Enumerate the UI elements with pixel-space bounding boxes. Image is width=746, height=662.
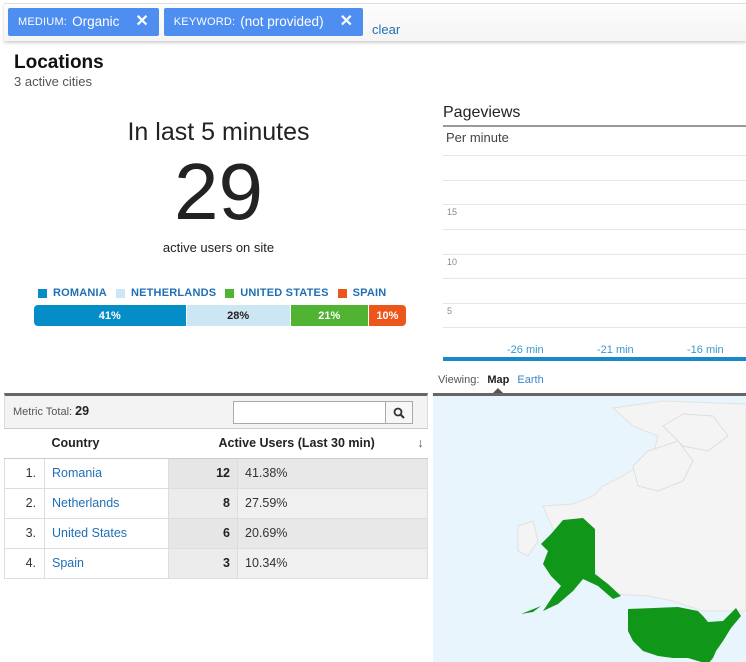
gridline: [443, 228, 746, 230]
metric-total-value: 29: [75, 404, 90, 418]
locations-table: Country Active Users (Last 30 min) ↓ 1. Ro…: [4, 429, 428, 579]
gridline: [443, 204, 746, 206]
index-header: [4, 429, 45, 459]
view-option-earth[interactable]: Earth: [517, 374, 543, 386]
legend-swatch: [38, 288, 47, 298]
x-tick-label: -21 min: [597, 344, 634, 356]
active-users-percent: 27.59%: [237, 487, 428, 519]
table-row: 3. United States 6 20.69%: [4, 517, 428, 549]
gridline: [443, 179, 746, 181]
column-header-active-users[interactable]: Active Users (Last 30 min) ↓: [168, 429, 428, 459]
column-header-active-users-label: Active Users (Last 30 min): [218, 436, 375, 451]
metric-total-bar: Metric Total: 29: [4, 393, 428, 429]
country-link[interactable]: Netherlands: [44, 487, 169, 519]
active-users-percent: 41.38%: [237, 457, 428, 489]
table-header-row: Country Active Users (Last 30 min) ↓: [4, 429, 428, 459]
filter-chip-medium[interactable]: MEDIUM: Organic ✕: [8, 7, 159, 36]
view-option-map[interactable]: Map: [487, 374, 510, 393]
legend-item: SPAIN: [337, 287, 387, 299]
legend-label: ROMANIA: [53, 287, 107, 299]
map-region-aleutians: [521, 606, 541, 614]
legend-swatch: [115, 288, 125, 298]
x-tick-label: -26 min: [507, 344, 544, 356]
share-bar-segment: 10%: [368, 305, 406, 326]
column-header-country[interactable]: Country: [44, 429, 169, 459]
filter-key: MEDIUM:: [18, 15, 68, 28]
x-tick-label: -16 min: [687, 344, 724, 356]
map-region-usa: [628, 607, 741, 662]
active-users-percent: 20.69%: [237, 517, 428, 549]
active-users-value: 6: [168, 517, 238, 549]
gridline: [443, 278, 746, 280]
share-bar-segment: 28%: [186, 305, 291, 326]
row-index: 2.: [4, 487, 45, 519]
map-land-chukotka: [517, 520, 539, 557]
view-toggle: Viewing: Map Earth: [438, 374, 544, 393]
legend-swatch: [225, 288, 235, 298]
filter-value: Organic: [72, 14, 120, 29]
gridline: [443, 302, 746, 304]
legend-item: NETHERLANDS: [115, 287, 217, 299]
share-bar-segment: 41%: [34, 305, 187, 326]
row-index: 3.: [4, 517, 45, 549]
gridline: [443, 327, 746, 329]
search-icon: [393, 407, 405, 419]
viewing-label: Viewing:: [438, 374, 480, 386]
country-link[interactable]: Romania: [44, 457, 169, 489]
locations-table-panel: Metric Total: 29 Country Active Users (L…: [4, 393, 428, 579]
pageviews-chart: 15 10 5 -26 min -21 min -16 min: [443, 140, 746, 362]
country-legend: ROMANIA NETHERLANDS UNITED STATES SPAIN: [38, 287, 395, 299]
active-cities-count: 3 active cities: [14, 74, 93, 89]
active-users-caption: active users on site: [162, 240, 275, 255]
pageviews-divider: [443, 125, 746, 127]
y-tick-label: 15: [447, 207, 458, 218]
country-link[interactable]: Spain: [44, 547, 169, 579]
filter-value: (not provided): [240, 14, 324, 29]
active-users-count: 29: [174, 147, 263, 236]
table-row: 2. Netherlands 8 27.59%: [4, 487, 428, 519]
world-map[interactable]: [433, 393, 746, 662]
country-share-bar: 41% 28% 21% 10%: [34, 305, 406, 326]
row-index: 1.: [4, 457, 45, 489]
map-svg: [517, 400, 746, 662]
legend-item: ROMANIA: [38, 287, 107, 299]
table-search-button[interactable]: [385, 401, 413, 424]
legend-item: UNITED STATES: [225, 287, 328, 299]
filter-chip-keyword[interactable]: KEYWORD: (not provided) ✕: [163, 7, 363, 36]
view-option-map-label: Map: [487, 374, 510, 386]
table-search-input[interactable]: [233, 401, 386, 424]
share-bar-segment: 21%: [290, 305, 369, 326]
clear-filters-link[interactable]: clear: [372, 22, 400, 37]
x-axis-bar: [443, 357, 746, 361]
legend-label: UNITED STATES: [240, 287, 329, 299]
table-row: 1. Romania 12 41.38%: [4, 457, 428, 489]
active-users-value: 12: [168, 457, 238, 489]
active-users-value: 3: [168, 547, 238, 579]
active-users-percent: 10.34%: [237, 547, 428, 579]
filter-key: KEYWORD:: [173, 15, 236, 28]
close-icon[interactable]: ✕: [135, 13, 148, 30]
row-index: 4.: [4, 547, 45, 579]
gridline: [443, 253, 746, 255]
gridline: [443, 155, 746, 156]
y-tick-label: 10: [447, 256, 458, 267]
legend-label: SPAIN: [352, 287, 387, 299]
active-users-value: 8: [168, 487, 238, 519]
y-tick-label: 5: [447, 305, 453, 316]
close-icon[interactable]: ✕: [340, 13, 353, 30]
summary-heading: In last 5 minutes: [127, 118, 310, 146]
filter-bar: MEDIUM: Organic ✕ KEYWORD: (not provided…: [4, 3, 746, 41]
pageviews-title: Pageviews: [443, 104, 521, 121]
legend-swatch: [337, 288, 347, 298]
page-title: Locations: [14, 52, 104, 73]
metric-total: Metric Total: 29: [13, 404, 89, 418]
arrow-down-icon[interactable]: ↓: [417, 436, 423, 450]
metric-total-label: Metric Total:: [13, 406, 73, 418]
legend-label: NETHERLANDS: [130, 287, 217, 299]
country-link[interactable]: United States: [44, 517, 169, 549]
table-row: 4. Spain 3 10.34%: [4, 547, 428, 579]
